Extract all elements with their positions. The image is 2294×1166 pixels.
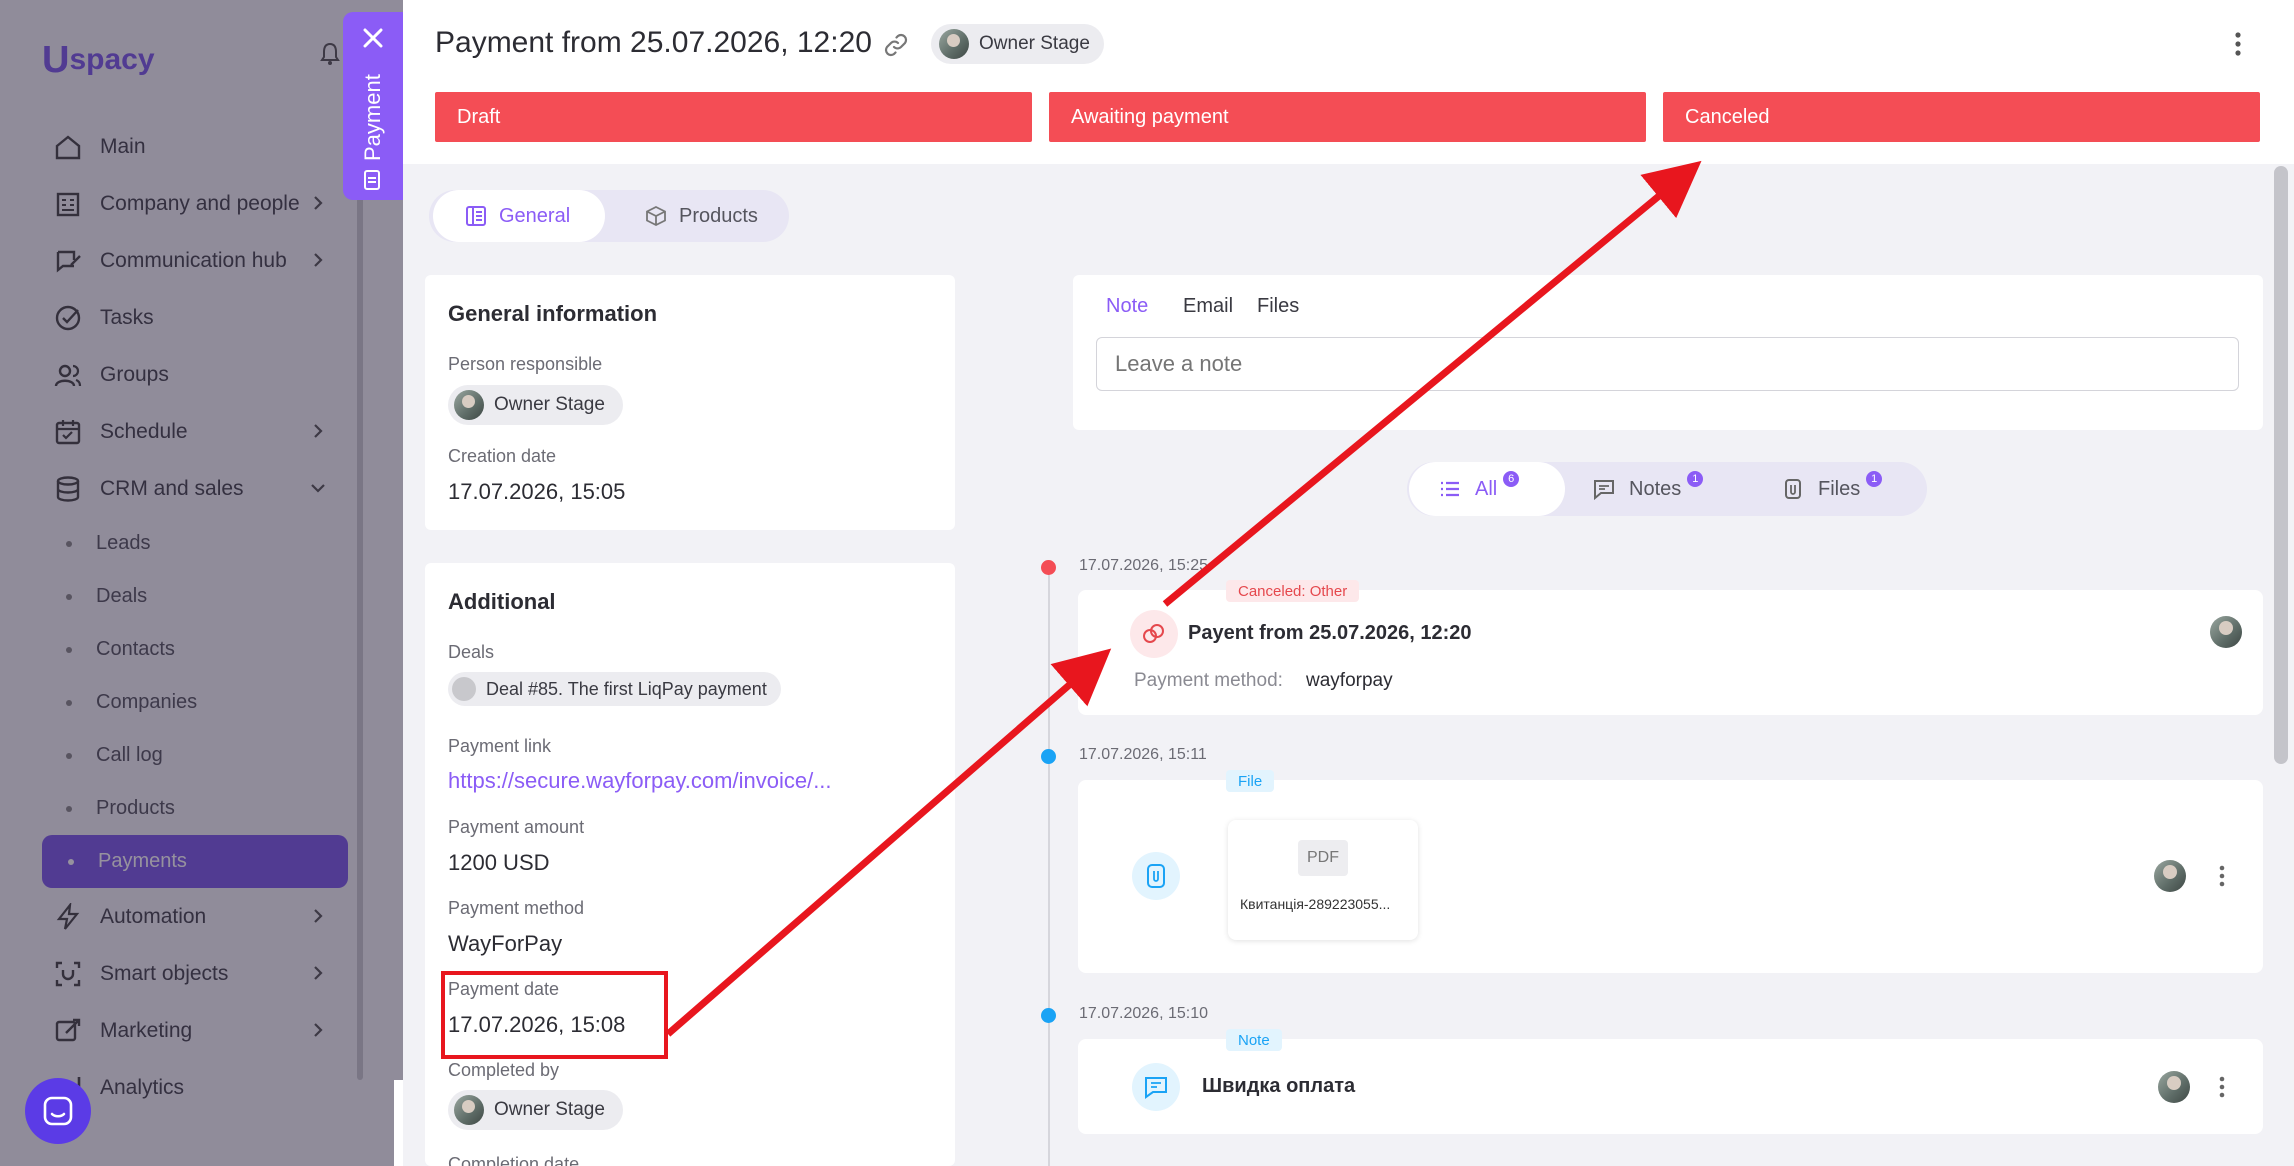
tab-general[interactable]: General <box>433 190 605 242</box>
avatar <box>939 29 969 59</box>
owner-chip[interactable]: Owner Stage <box>931 24 1104 64</box>
timeline-filter: All 6 Notes 1 Files 1 <box>1407 462 1927 516</box>
payment-method-value: WayForPay <box>448 931 563 956</box>
deal-name: Deal #85. The first LiqPay payment <box>486 678 767 699</box>
type-tag: Note <box>1226 1029 1282 1051</box>
tab-files[interactable]: Files <box>1257 295 1299 318</box>
avatar[interactable] <box>2158 1071 2190 1103</box>
general-information-card: General information Person responsible O… <box>425 275 955 530</box>
filter-label: Files <box>1818 477 1861 500</box>
side-tab-label: Payment <box>360 74 385 162</box>
event-time: 17.07.2026, 15:10 <box>1079 1005 1209 1022</box>
tab-label: Products <box>679 204 758 227</box>
chat-widget-button[interactable] <box>25 1078 91 1144</box>
section-title: Additional <box>448 589 556 614</box>
field-label: Payment link <box>448 736 552 756</box>
avatar[interactable] <box>2210 616 2242 648</box>
count-badge: 6 <box>1503 471 1520 487</box>
tab-label: General <box>499 204 571 227</box>
page-title: Payment from 25.07.2026, 12:20 <box>435 26 872 59</box>
list-icon <box>466 206 486 226</box>
owner-name: Owner Stage <box>979 33 1090 54</box>
tab-products[interactable]: Products <box>609 190 787 242</box>
comment-icon <box>1594 480 1614 500</box>
payment-amount-value: 1200 USD <box>448 850 550 875</box>
more-options-icon[interactable] <box>2218 1075 2226 1099</box>
field-label: Deals <box>448 642 495 662</box>
field-label: Payment date <box>448 979 560 999</box>
pdf-icon: PDF <box>1298 840 1348 876</box>
note-input[interactable] <box>1096 337 2239 391</box>
list-icon <box>1441 481 1459 497</box>
deal-icon <box>452 677 476 701</box>
payment-status-icon <box>1130 610 1178 658</box>
creation-date-value: 17.07.2026, 15:05 <box>448 479 626 504</box>
field-label: Payment method: <box>1134 670 1283 691</box>
payment-link[interactable]: https://secure.wayforpay.com/invoice/... <box>448 768 832 794</box>
stage-draft[interactable]: Draft <box>435 92 1032 142</box>
field-label: Payment method <box>448 898 585 918</box>
timeline-dot <box>1041 560 1056 575</box>
tab-email[interactable]: Email <box>1183 295 1233 318</box>
field-label: Completed by <box>448 1060 560 1080</box>
timeline-dot <box>1041 1008 1056 1023</box>
field-label: Completion date <box>448 1154 580 1166</box>
more-options-icon[interactable] <box>2218 864 2226 888</box>
filter-label: All <box>1475 477 1498 500</box>
filter-notes[interactable]: Notes 1 <box>1593 462 1704 516</box>
field-label: Payment amount <box>448 817 585 837</box>
avatar[interactable] <box>2154 860 2186 892</box>
additional-card: Additional Deals Deal #85. The first Liq… <box>425 563 955 1166</box>
count-badge: 1 <box>1687 471 1704 487</box>
detail-tabs: General Products <box>429 190 789 242</box>
paperclip-icon <box>1785 479 1801 499</box>
person-name: Owner Stage <box>494 394 605 415</box>
avatar <box>454 390 484 420</box>
type-tag: File <box>1226 770 1275 792</box>
file-name: Квитанція-289223055... <box>1240 896 1391 912</box>
timeline-dot <box>1041 749 1056 764</box>
event-title: Швидка оплата <box>1202 1075 1356 1097</box>
filter-label: Notes <box>1629 477 1682 500</box>
close-icon[interactable] <box>361 26 385 50</box>
completed-by-chip[interactable]: Owner Stage <box>448 1090 623 1130</box>
field-label: Person responsible <box>448 354 603 374</box>
chat-icon <box>43 1096 73 1126</box>
stage-canceled[interactable]: Canceled <box>1663 92 2260 142</box>
stage-awaiting-payment[interactable]: Awaiting payment <box>1049 92 1646 142</box>
filter-all[interactable]: All 6 <box>1409 462 1565 516</box>
tab-note[interactable]: Note <box>1106 295 1148 318</box>
person-responsible-chip[interactable]: Owner Stage <box>448 385 623 425</box>
file-attachment[interactable]: PDF Квитанція-289223055... <box>1228 820 1418 940</box>
timeline-event-status[interactable]: Canceled: Other Payent from 25.07.2026, … <box>1078 580 2263 715</box>
section-title: General information <box>448 301 658 326</box>
count-badge: 1 <box>1866 471 1883 487</box>
document-icon <box>364 170 380 190</box>
payment-method-value: wayforpay <box>1306 670 1393 691</box>
payment-detail-panel: Payment from 25.07.2026, 12:20 Owner Sta… <box>403 0 2294 1166</box>
panel-header: Payment from 25.07.2026, 12:20 Owner Sta… <box>403 0 2294 164</box>
panel-scrollbar[interactable] <box>2274 166 2288 764</box>
copy-link-icon[interactable] <box>883 32 909 58</box>
payment-side-tab[interactable]: Payment <box>343 12 403 200</box>
field-label: Creation date <box>448 446 557 466</box>
event-time: 17.07.2026, 15:11 <box>1079 746 1207 763</box>
event-title: Payent from 25.07.2026, 12:20 <box>1188 622 1472 644</box>
filter-files[interactable]: Files 1 <box>1782 462 1883 516</box>
activity-composer: Note Email Files <box>1073 275 2263 430</box>
timeline-event-file[interactable]: File PDF Квитанція-289223055... <box>1078 770 2263 973</box>
more-options-icon[interactable] <box>2233 30 2243 58</box>
file-icon <box>1132 852 1180 900</box>
comment-icon <box>1132 1063 1180 1111</box>
deal-chip[interactable]: Deal #85. The first LiqPay payment <box>448 672 781 706</box>
avatar <box>454 1095 484 1125</box>
timeline-line <box>1048 568 1050 1166</box>
event-time: 17.07.2026, 15:25 <box>1079 557 1209 574</box>
payment-date-value: 17.07.2026, 15:08 <box>448 1012 626 1037</box>
timeline-event-note[interactable]: Note Швидка оплата <box>1078 1029 2263 1134</box>
box-icon <box>646 205 666 227</box>
status-tag: Canceled: Other <box>1226 580 1360 602</box>
person-name: Owner Stage <box>494 1099 605 1120</box>
